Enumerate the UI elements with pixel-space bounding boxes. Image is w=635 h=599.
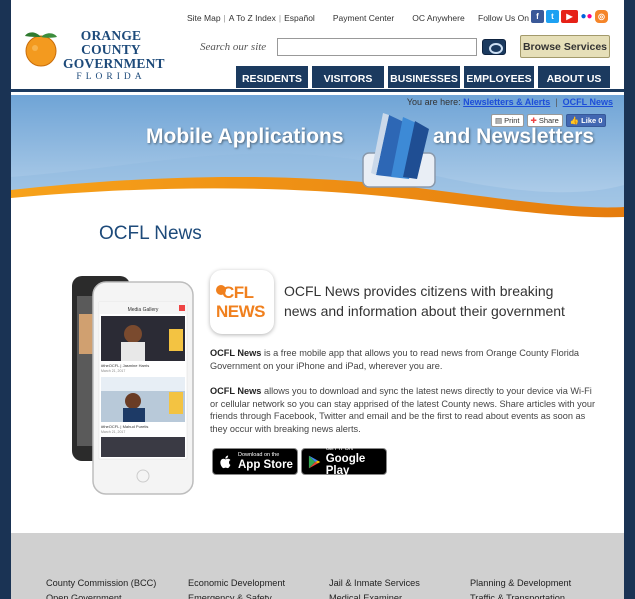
footer-column-3: Jail & Inmate Services Medical Examiner (329, 576, 420, 599)
nav-about-us[interactable]: ABOUT US (538, 66, 610, 88)
share-icon: ✚ (530, 116, 537, 125)
separator: | (278, 13, 282, 23)
espanol-link[interactable]: Español (284, 13, 315, 23)
footer-link-open-government[interactable]: Open Government (46, 591, 156, 599)
footer-link-planning-development[interactable]: Planning & Development (470, 576, 571, 591)
google-play-badge[interactable]: GET IT ON Google Play (301, 446, 387, 477)
browse-services-button[interactable]: Browse Services (520, 35, 610, 58)
logo-line-1: ORANGE COUNTY (80, 28, 142, 57)
apple-icon (220, 455, 231, 468)
description-paragraph-2: OCFL News allows you to download and syn… (210, 385, 600, 435)
phone-caption-2: #theOCFL | Mahud Puretis (101, 424, 148, 429)
app-store-badge[interactable]: Download on the App Store (212, 448, 298, 475)
app-store-big-text: App Store (238, 459, 293, 471)
banner-title-right: and Newsletters (433, 125, 595, 148)
utility-links: Site Map | A To Z Index | Español Payment Cen… (187, 13, 465, 23)
google-play-icon (308, 455, 321, 468)
banner-title-left: Mobile Applications (146, 125, 344, 148)
footer: County Commission (BCC) Open Government … (11, 533, 624, 599)
search-input[interactable] (277, 38, 477, 56)
nav-businesses[interactable]: BUSINESSES (388, 66, 460, 88)
main-nav: RESIDENTS VISITORS BUSINESSES EMPLOYEES … (236, 66, 610, 88)
footer-link-county-commission[interactable]: County Commission (BCC) (46, 576, 156, 591)
nav-visitors[interactable]: VISITORS (312, 66, 384, 88)
nav-employees[interactable]: EMPLOYEES (464, 66, 534, 88)
social-icons: f t ▶ ● ● ◎ (531, 10, 608, 23)
paragraph-1-text: is a free mobile app that allows you to … (210, 348, 580, 371)
app-icon-text-1: CFL (222, 283, 254, 302)
search-button[interactable] (482, 39, 506, 55)
phone-date-2: March 21, 2017 (101, 430, 125, 434)
share-label: Share (538, 116, 559, 125)
facebook-icon[interactable]: f (531, 10, 544, 23)
ocfl-news-app-icon: CFL NEWS (210, 270, 274, 334)
footer-link-traffic-transportation[interactable]: Traffic & Transportation (470, 591, 571, 599)
app-store-small-text: Download on the (238, 452, 280, 458)
nav-residents[interactable]: RESIDENTS (236, 66, 308, 88)
google-play-big-text: Google Play (325, 453, 366, 477)
phone-screen-title: Media Gallery (128, 307, 159, 313)
page-title: OCFL News (99, 223, 202, 244)
phone-date-1: March 21, 2017 (101, 369, 125, 373)
instagram-icon[interactable]: ◎ (595, 10, 608, 23)
flickr-icon[interactable]: ● ● (580, 10, 593, 23)
printer-icon: ▤ (495, 116, 503, 125)
breadcrumb-ocfl-news-link[interactable]: OCFL News (563, 97, 613, 107)
separator: | (555, 97, 558, 107)
page: ORANGE COUNTY GOVERNMENT FLORIDA Site Ma… (11, 0, 624, 599)
county-logo[interactable]: ORANGE COUNTY GOVERNMENT FLORIDA (21, 26, 165, 81)
site-map-link[interactable]: Site Map (187, 13, 221, 23)
logo-line-2: GOVERNMENT (63, 56, 165, 71)
google-play-text: GET IT ON Google Play (326, 446, 386, 477)
phone-caption-1: #theOCFL | Jasmine Harris (101, 363, 149, 368)
youtube-icon[interactable]: ▶ (561, 10, 578, 23)
footer-link-economic-development[interactable]: Economic Development (188, 576, 285, 591)
footer-link-medical-examiner[interactable]: Medical Examiner (329, 591, 420, 599)
breadcrumb-newsletters-link[interactable]: Newsletters & Alerts (463, 97, 550, 107)
app-screenshot-phones: Media Gallery #theOCFL | Jasmine Harris … (72, 276, 194, 495)
app-name: OCFL News (210, 386, 262, 396)
footer-column-4: Planning & Development Traffic & Transpo… (470, 576, 571, 599)
description-paragraph-1: OCFL News is a free mobile app that allo… (210, 347, 600, 372)
twitter-icon[interactable]: t (546, 10, 559, 23)
footer-column-2: Economic Development Emergency & Safety (188, 576, 285, 599)
logo-line-3: FLORIDA (76, 71, 146, 82)
print-label: Print (504, 116, 520, 125)
page-banner: You are here: Newsletters & Alerts | OCFL … (11, 95, 624, 233)
thumbs-up-icon: 👍 (569, 116, 580, 125)
a-to-z-link[interactable]: A To Z Index (229, 13, 276, 23)
footer-column-1: County Commission (BCC) Open Government (46, 576, 156, 599)
search-label: Search our site (200, 41, 267, 53)
app-icon-text-2: NEWS (216, 302, 266, 321)
footer-link-jail-inmate[interactable]: Jail & Inmate Services (329, 576, 420, 591)
breadcrumb: You are here: Newsletters & Alerts | OCFL … (407, 97, 613, 107)
header-divider (11, 89, 624, 92)
payment-center-link[interactable]: Payment Center (333, 13, 394, 23)
orange-logo-icon (25, 32, 57, 67)
app-name: OCFL News (210, 348, 262, 358)
separator: | (223, 13, 226, 23)
app-store-text: Download on the App Store (238, 452, 293, 471)
footer-link-emergency-safety[interactable]: Emergency & Safety (188, 591, 285, 599)
like-label: Like 0 (581, 116, 603, 125)
follow-us-label: Follow Us On (478, 13, 530, 23)
google-play-small-text: GET IT ON (325, 446, 354, 452)
paragraph-2-text: allows you to download and sync the late… (210, 386, 596, 434)
app-tagline: OCFL News provides citizens with breakin… (284, 283, 565, 319)
logo-wordmark: ORANGE COUNTY GOVERNMENT FLORIDA (63, 28, 165, 82)
breadcrumb-prefix: You are here: (406, 97, 461, 107)
oc-anywhere-link[interactable]: OC Anywhere (412, 13, 464, 23)
